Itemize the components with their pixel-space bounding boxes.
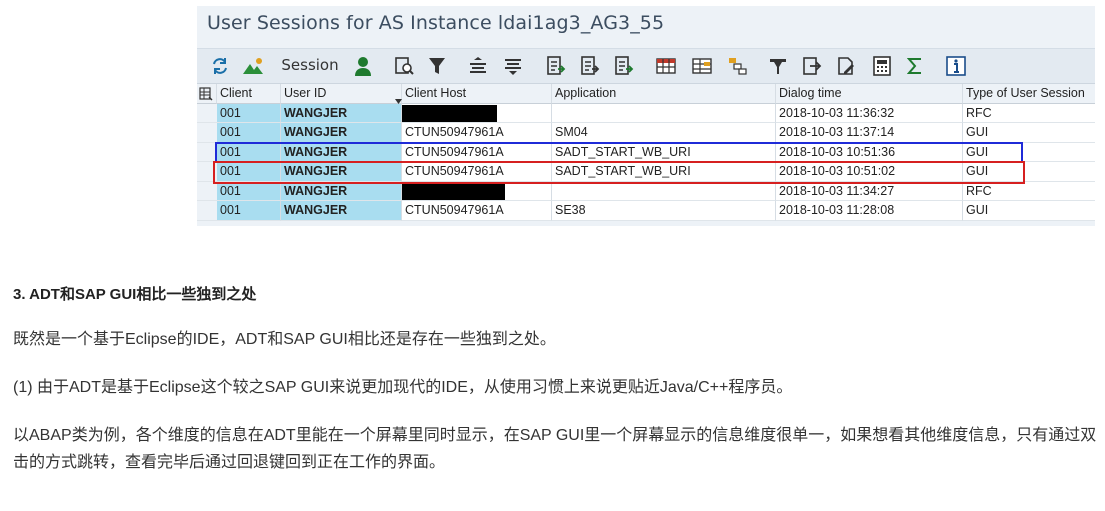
cell-application: SM04	[552, 123, 776, 143]
redaction-box	[402, 182, 505, 200]
cell-application	[552, 181, 776, 201]
cell-application	[552, 103, 776, 123]
info-icon[interactable]	[945, 56, 967, 76]
edit-doc-icon[interactable]	[835, 56, 857, 76]
highlight-box-blue	[215, 141, 1023, 163]
layout-menu-icon[interactable]	[197, 84, 217, 104]
export-icon-2[interactable]	[579, 56, 601, 76]
cell-user-id: WANGJER	[281, 103, 402, 123]
mountain-icon[interactable]	[241, 56, 265, 76]
print-icon[interactable]	[767, 56, 789, 76]
export-icon-3[interactable]	[613, 56, 635, 76]
cell-dialog-time: 2018-10-03 11:36:32	[776, 103, 963, 123]
section-heading: 3. ADT和SAP GUI相比一些独到之处	[13, 286, 257, 303]
cell-dialog-time: 2018-10-03 11:28:08	[776, 201, 963, 221]
cell-client-host: CTUN50947961A	[402, 123, 552, 143]
cell-client: 001	[217, 103, 281, 123]
table-row[interactable]: 001 WANGJER CTUN50947961A SM04 2018-10-0…	[197, 123, 1095, 143]
cell-dialog-time: 2018-10-03 11:34:27	[776, 181, 963, 201]
col-user-id[interactable]: User ID	[281, 84, 402, 104]
sort-desc-icon[interactable]	[502, 56, 524, 76]
table-row[interactable]: 001 WANGJER 2018-10-03 11:34:27 RFC	[197, 181, 1095, 201]
cell-session-type: RFC	[963, 181, 1095, 201]
highlight-box-red	[213, 160, 1025, 184]
col-client[interactable]: Client	[217, 84, 281, 104]
cell-client: 001	[217, 201, 281, 221]
refresh-icon[interactable]	[209, 56, 231, 76]
cell-user-id: WANGJER	[281, 123, 402, 143]
cell-application: SE38	[552, 201, 776, 221]
table-row[interactable]: 001 WANGJER 2018-10-03 11:36:32 RFC	[197, 103, 1095, 123]
layout-icon-1[interactable]	[691, 56, 713, 76]
cell-session-type: GUI	[963, 123, 1095, 143]
sum-icon[interactable]	[905, 56, 925, 76]
send-icon[interactable]	[801, 56, 823, 76]
cell-user-id: WANGJER	[281, 201, 402, 221]
paragraph-1: 既然是一个基于Eclipse的IDE，ADT和SAP GUI相比还是存在一些独到…	[13, 331, 556, 348]
redaction-box	[402, 104, 497, 122]
cell-dialog-time: 2018-10-03 11:37:14	[776, 123, 963, 143]
col-client-host[interactable]: Client Host	[402, 84, 552, 104]
sort-asc-icon[interactable]	[467, 56, 489, 76]
table-header: Client User ID Client Host Application D…	[197, 84, 1095, 104]
table-row[interactable]: 001 WANGJER CTUN50947961A SE38 2018-10-0…	[197, 201, 1095, 221]
cell-client: 001	[217, 181, 281, 201]
session-button[interactable]: Session	[281, 55, 339, 75]
export-icon-1[interactable]	[545, 56, 567, 76]
user-icon[interactable]	[353, 56, 373, 76]
paragraph-3: 以ABAP类为例，各个维度的信息在ADT里能在一个屏幕里同时显示，在SAP GU…	[13, 427, 1097, 471]
col-application[interactable]: Application	[552, 84, 776, 104]
cell-user-id: WANGJER	[281, 181, 402, 201]
toolbar: Session	[197, 48, 1095, 84]
paragraph-2: (1) 由于ADT是基于Eclipse这个较之SAP GUI来说更加现代的IDE…	[13, 379, 793, 396]
filter-icon[interactable]	[427, 56, 447, 76]
cell-client-host	[402, 181, 552, 201]
zoom-doc-icon[interactable]	[393, 56, 415, 76]
cell-session-type: RFC	[963, 103, 1095, 123]
cell-client-host	[402, 103, 552, 123]
cell-session-type: GUI	[963, 201, 1095, 221]
window-title: User Sessions for AS Instance ldai1ag3_A…	[207, 12, 665, 34]
layout-icon-2[interactable]	[727, 56, 749, 76]
cell-client-host: CTUN50947961A	[402, 201, 552, 221]
grid-icon[interactable]	[655, 56, 677, 76]
calc-icon[interactable]	[871, 56, 893, 76]
col-session-type[interactable]: Type of User Session	[963, 84, 1095, 104]
cell-client: 001	[217, 123, 281, 143]
col-dialog-time[interactable]: Dialog time	[776, 84, 963, 104]
sap-user-sessions-window: User Sessions for AS Instance ldai1ag3_A…	[197, 6, 1095, 226]
